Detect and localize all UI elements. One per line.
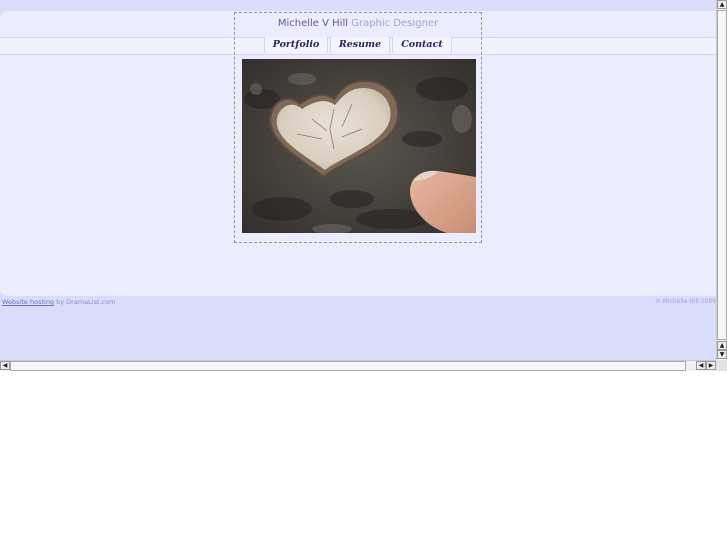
footer-by-text: by DramaList.com: [54, 298, 116, 306]
footer-hosting: Website hosting by DramaList.com: [2, 298, 115, 306]
scroll-left-icon[interactable]: ◀: [0, 361, 10, 370]
site-title-role: Graphic Designer: [351, 18, 439, 29]
browser-viewport: Michelle V Hill Graphic Designer Portfol…: [0, 0, 716, 360]
horizontal-scrollbar[interactable]: ◀ ◀ ▶: [0, 360, 716, 371]
footer-copyright: © Michelle Hill 2009: [654, 298, 716, 305]
vertical-scroll-thumb[interactable]: [717, 10, 727, 340]
scroll-up-icon-lower[interactable]: ▲: [717, 341, 727, 350]
scroll-right-icon[interactable]: ▶: [706, 361, 716, 370]
scroll-left-icon-right[interactable]: ◀: [696, 361, 706, 370]
main-nav: Portfolio Resume Contact: [264, 37, 454, 53]
nav-item-resume[interactable]: Resume: [330, 37, 390, 53]
site-title: Michelle V Hill Graphic Designer: [234, 17, 482, 31]
website-hosting-link[interactable]: Website hosting: [2, 298, 54, 306]
featured-photo: [242, 59, 476, 233]
scroll-up-icon[interactable]: ▲: [717, 0, 727, 9]
scroll-down-icon[interactable]: ▼: [717, 350, 727, 359]
top-strip: [0, 0, 716, 11]
site-title-name: Michelle V Hill: [277, 18, 349, 29]
horizontal-scroll-thumb[interactable]: [10, 361, 686, 371]
nav-item-portfolio[interactable]: Portfolio: [264, 37, 328, 53]
nav-item-contact[interactable]: Contact: [392, 37, 452, 53]
scrollbar-corner: [716, 360, 727, 371]
vertical-scrollbar[interactable]: ▲ ▲ ▼: [716, 0, 727, 360]
heart-wood-photo-icon: [242, 59, 476, 233]
